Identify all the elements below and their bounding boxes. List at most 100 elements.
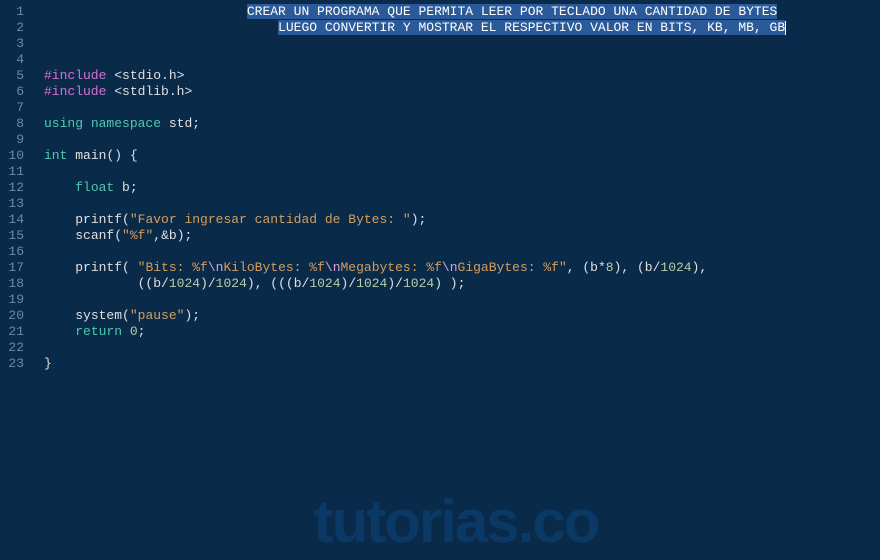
- code-line-1[interactable]: CREAR UN PROGRAMA QUE PERMITA LEER POR T…: [32, 4, 880, 20]
- code-line-16[interactable]: [32, 244, 880, 260]
- number: 1024: [216, 276, 247, 291]
- preprocessor: #include: [44, 68, 106, 83]
- identifier: printf: [75, 212, 122, 227]
- code-line-4[interactable]: [32, 52, 880, 68]
- code-line-23[interactable]: }: [32, 356, 880, 372]
- line-number: 20: [4, 308, 24, 324]
- code-line-8[interactable]: using namespace std;: [32, 116, 880, 132]
- keyword: using: [44, 116, 83, 131]
- code-line-20[interactable]: system("pause");: [32, 308, 880, 324]
- line-number: 18: [4, 276, 24, 292]
- keyword: int: [44, 148, 67, 163]
- punctuation: }: [44, 356, 52, 371]
- line-number: 5: [4, 68, 24, 84]
- code-line-13[interactable]: [32, 196, 880, 212]
- string-literal: Megabytes: %f: [341, 260, 442, 275]
- line-number: 10: [4, 148, 24, 164]
- string-literal: GigaBytes: %f": [458, 260, 567, 275]
- line-number: 3: [4, 36, 24, 52]
- code-line-10[interactable]: int main() {: [32, 148, 880, 164]
- include-header: <stdio.h>: [114, 68, 184, 83]
- number: 1024: [356, 276, 387, 291]
- line-number: 9: [4, 132, 24, 148]
- identifier: &b: [161, 228, 177, 243]
- line-number: 14: [4, 212, 24, 228]
- line-number: 1: [4, 4, 24, 20]
- code-line-9[interactable]: [32, 132, 880, 148]
- include-header: <stdlib.h>: [114, 84, 192, 99]
- code-content[interactable]: CREAR UN PROGRAMA QUE PERMITA LEER POR T…: [32, 0, 880, 560]
- line-number: 22: [4, 340, 24, 356]
- code-line-11[interactable]: [32, 164, 880, 180]
- line-number: 7: [4, 100, 24, 116]
- string-literal: "pause": [130, 308, 185, 323]
- line-number: 16: [4, 244, 24, 260]
- punctuation: (: [122, 212, 130, 227]
- string-literal: "Bits: %f: [138, 260, 208, 275]
- code-line-21[interactable]: return 0;: [32, 324, 880, 340]
- expr: )/: [200, 276, 216, 291]
- escape-char: \n: [442, 260, 458, 275]
- number: 1024: [169, 276, 200, 291]
- expr: ),: [692, 260, 708, 275]
- line-number-gutter: 1 2 3 4 5 6 7 8 9 10 11 12 13 14 15 16 1…: [0, 0, 32, 560]
- punctuation: ,: [567, 260, 583, 275]
- selected-text: LUEGO CONVERTIR Y MOSTRAR EL RESPECTIVO …: [278, 20, 785, 35]
- expr: ), (b/: [614, 260, 661, 275]
- line-number: 4: [4, 52, 24, 68]
- code-line-6[interactable]: #include <stdlib.h>: [32, 84, 880, 100]
- code-line-2[interactable]: LUEGO CONVERTIR Y MOSTRAR EL RESPECTIVO …: [32, 20, 880, 36]
- punctuation: );: [184, 308, 200, 323]
- number: 8: [606, 260, 614, 275]
- expr: (b*: [582, 260, 605, 275]
- code-line-7[interactable]: [32, 100, 880, 116]
- code-line-15[interactable]: scanf("%f",&b);: [32, 228, 880, 244]
- code-line-19[interactable]: [32, 292, 880, 308]
- punctuation: (: [122, 260, 138, 275]
- escape-char: \n: [325, 260, 341, 275]
- identifier: std: [169, 116, 192, 131]
- code-line-3[interactable]: [32, 36, 880, 52]
- code-line-5[interactable]: #include <stdio.h>: [32, 68, 880, 84]
- code-line-22[interactable]: [32, 340, 880, 356]
- code-line-12[interactable]: float b;: [32, 180, 880, 196]
- punctuation: (: [122, 308, 130, 323]
- watermark-text: tutorias.co: [314, 514, 599, 530]
- string-literal: "%f": [122, 228, 153, 243]
- identifier: scanf: [75, 228, 114, 243]
- line-number: 8: [4, 116, 24, 132]
- keyword: namespace: [91, 116, 161, 131]
- line-number: 11: [4, 164, 24, 180]
- identifier: system: [75, 308, 122, 323]
- code-line-17[interactable]: printf( "Bits: %f\nKiloBytes: %f\nMegaby…: [32, 260, 880, 276]
- selected-text: CREAR UN PROGRAMA QUE PERMITA LEER POR T…: [247, 4, 778, 19]
- code-editor[interactable]: 1 2 3 4 5 6 7 8 9 10 11 12 13 14 15 16 1…: [0, 0, 880, 560]
- punctuation: () {: [106, 148, 137, 163]
- expr: ((b/: [138, 276, 169, 291]
- expr: ), (((b/: [247, 276, 309, 291]
- line-number: 13: [4, 196, 24, 212]
- identifier: main: [75, 148, 106, 163]
- number: 1024: [403, 276, 434, 291]
- code-line-14[interactable]: printf("Favor ingresar cantidad de Bytes…: [32, 212, 880, 228]
- punctuation: ;: [138, 324, 146, 339]
- punctuation: );: [177, 228, 193, 243]
- line-number: 23: [4, 356, 24, 372]
- string-literal: KiloBytes: %f: [223, 260, 324, 275]
- line-number: 2: [4, 20, 24, 36]
- punctuation: );: [411, 212, 427, 227]
- punctuation: ;: [192, 116, 200, 131]
- expr: )/: [341, 276, 357, 291]
- text-cursor: [785, 21, 786, 35]
- punctuation: (: [114, 228, 122, 243]
- code-line-18[interactable]: ((b/1024)/1024), (((b/1024)/1024)/1024) …: [32, 276, 880, 292]
- line-number: 15: [4, 228, 24, 244]
- expr: )/: [387, 276, 403, 291]
- identifier: b: [122, 180, 130, 195]
- escape-char: \n: [208, 260, 224, 275]
- number: 1024: [309, 276, 340, 291]
- punctuation: ;: [130, 180, 138, 195]
- string-literal: "Favor ingresar cantidad de Bytes: ": [130, 212, 411, 227]
- expr: ) );: [434, 276, 465, 291]
- number: 0: [130, 324, 138, 339]
